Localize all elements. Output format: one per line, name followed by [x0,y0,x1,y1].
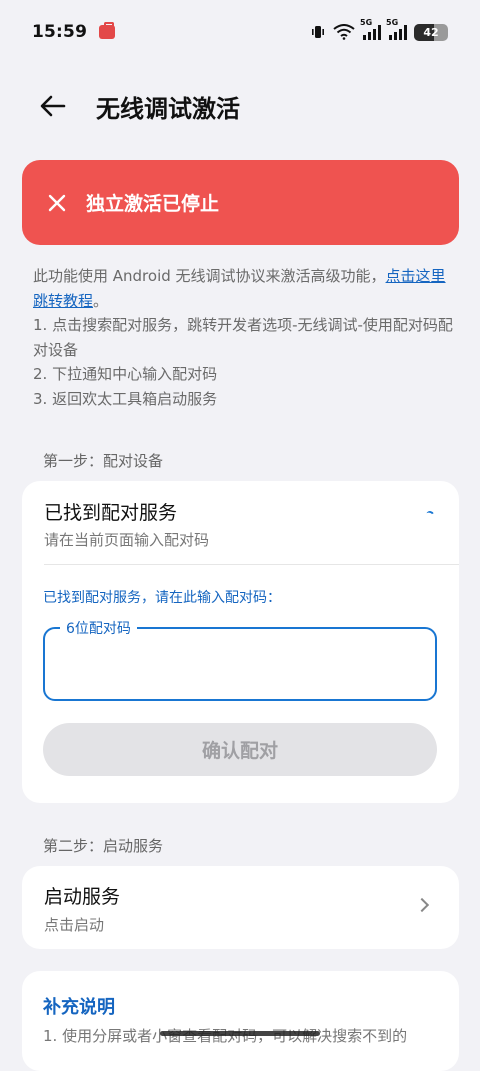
vibrate-icon [312,26,324,38]
toolbox-notification-icon [99,22,116,39]
status-time: 15:59 [32,22,88,42]
page-title: 无线调试激活 [96,94,240,123]
back-button[interactable] [28,81,78,131]
status-icons: 5G 5G 42 [310,18,448,41]
battery-level: 42 [423,25,439,39]
start-service-card[interactable]: 启动服务 点击启动 [22,866,459,949]
confirm-pairing-button[interactable]: 确认配对 [43,723,437,776]
chevron-right-icon [414,897,430,913]
close-icon [46,192,68,214]
home-indicator[interactable] [160,1031,320,1036]
pairing-code-input[interactable] [45,629,435,699]
description-step-3: 3. 返回欢太工具箱启动服务 [33,389,218,408]
step2-label: 第二步：启动服务 [43,837,164,855]
pairing-code-field[interactable]: 6位配对码 [43,618,437,701]
network-type-1: 5G [360,18,373,27]
network-type-2: 5G [386,18,399,27]
banner-text: 独立激活已停止 [86,193,220,215]
step1-label: 第一步：配对设备 [43,452,164,470]
pairing-card: 已找到配对服务 请在当前页面输入配对码 已找到配对服务，请在此输入配对码： 6位… [22,481,459,803]
pairing-status-title: 已找到配对服务 [44,502,178,524]
divider [44,564,459,565]
notes-title: 补充说明 [43,997,115,1018]
description-step-1: 1. 点击搜索配对服务，跳转开发者选项-无线调试-使用配对码配对设备 [33,316,453,359]
signal-icon-sim2: 5G [386,18,407,40]
app-bar: 无线调试激活 [0,76,480,136]
start-service-subtitle: 点击启动 [44,916,105,934]
status-bar: 15:59 5G 5G 42 [0,0,480,64]
pairing-status-subtitle: 请在当前页面输入配对码 [44,531,210,549]
signal-icon-sim1: 5G [360,18,381,40]
loading-spinner-icon [424,509,436,521]
description: 此功能使用 Android 无线调试协议来激活高级功能，点击这里跳转教程。 1.… [33,264,453,411]
battery-icon: 42 [414,23,448,41]
start-service-title: 启动服务 [44,886,121,908]
wifi-icon [333,24,355,40]
description-intro: 此功能使用 Android 无线调试协议来激活高级功能，点击这里跳转教程。 [33,267,446,310]
arrow-left-icon [40,95,66,117]
notes-card: 补充说明 1. 使用分屏或者小窗查看配对码，可以解决搜索不到的 [22,971,459,1071]
description-step-2: 2. 下拉通知中心输入配对码 [33,365,218,383]
status-banner: 独立激活已停止 [22,160,459,245]
pairing-hint: 已找到配对服务，请在此输入配对码： [43,590,281,606]
